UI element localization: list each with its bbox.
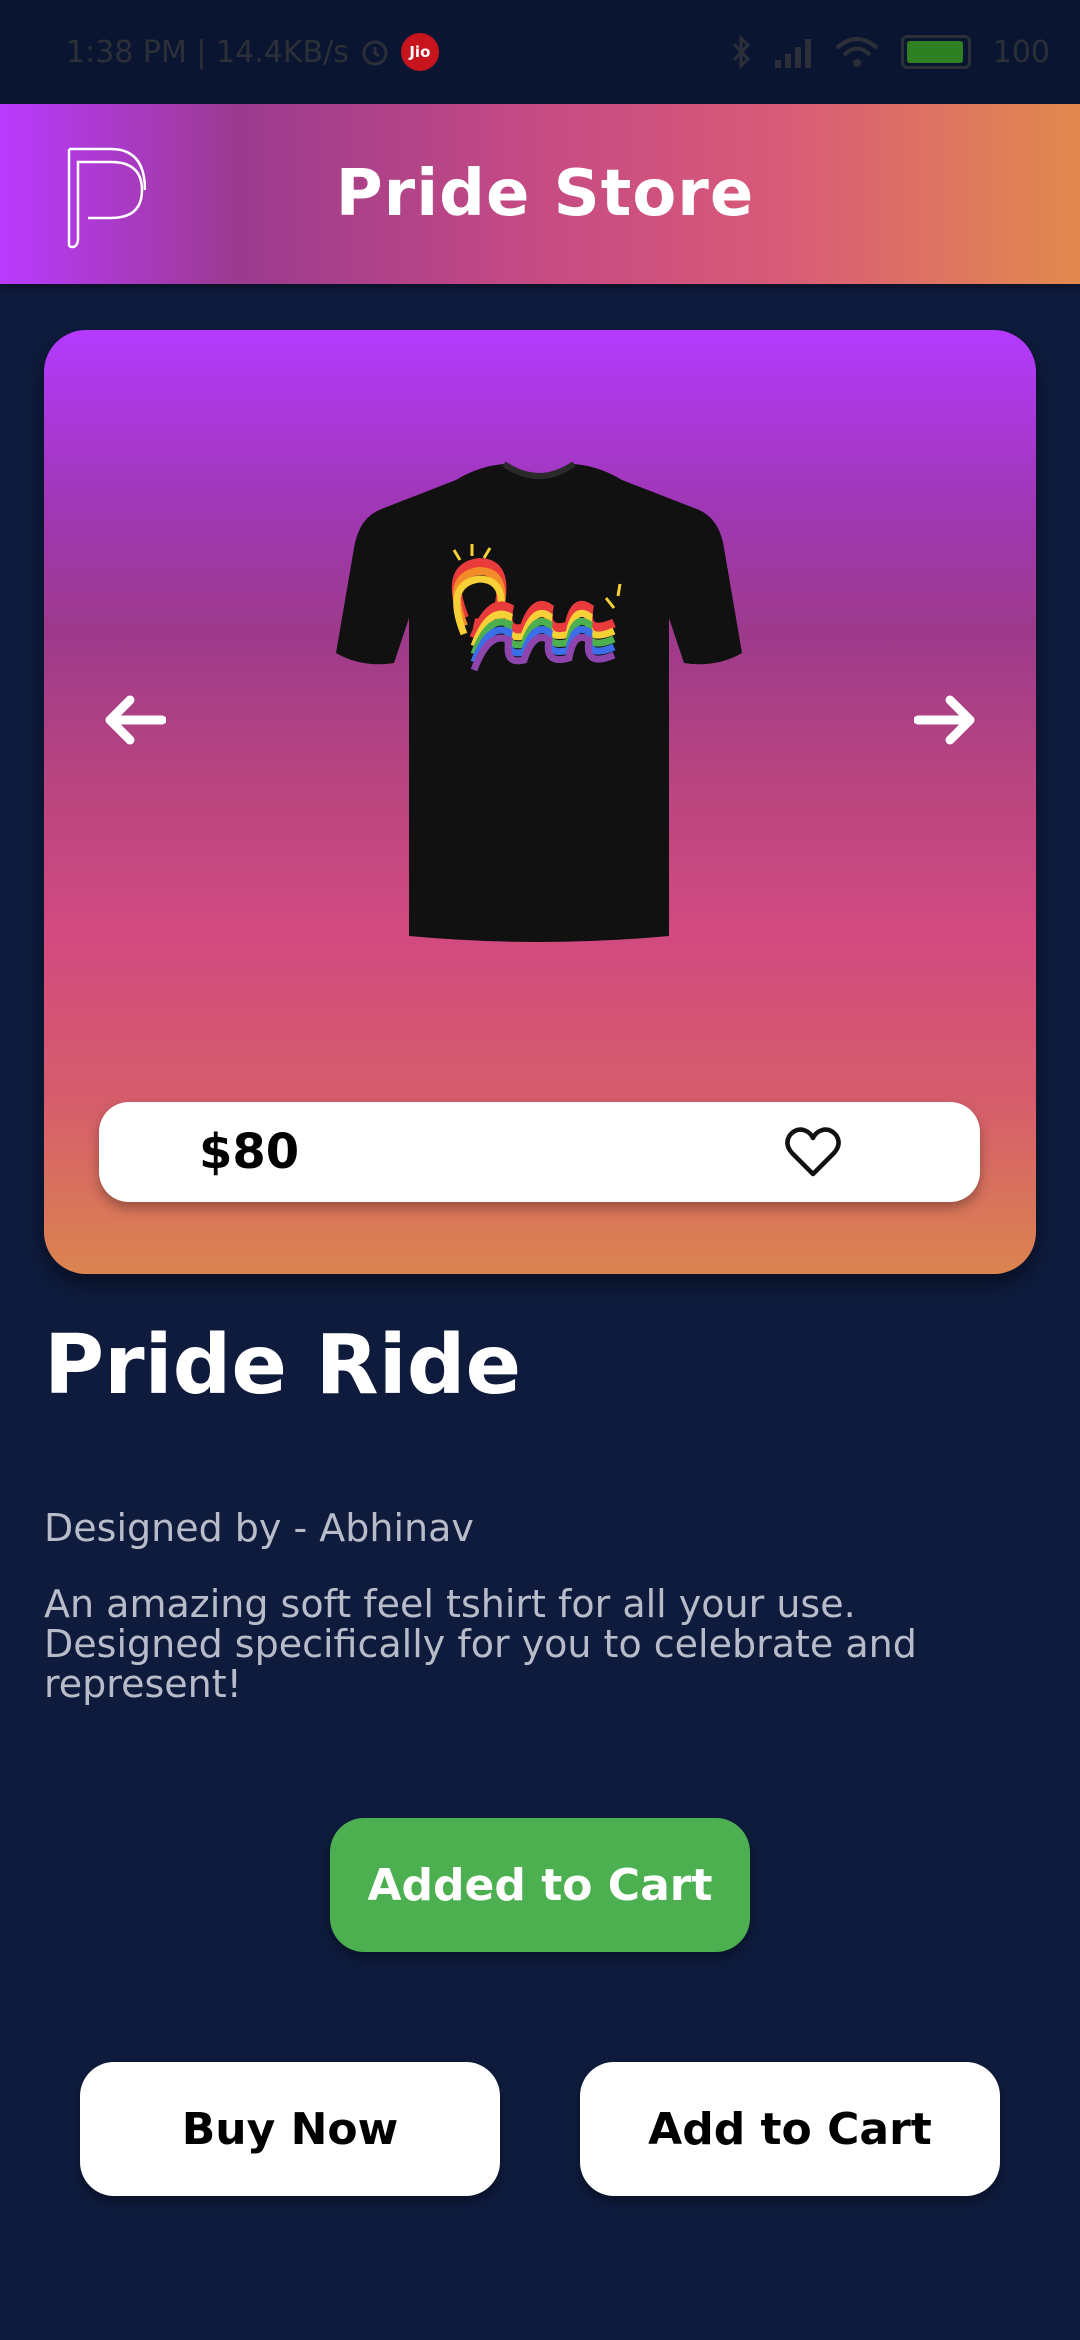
app-title: Pride Store xyxy=(335,157,755,231)
product-title: Pride Ride xyxy=(44,1318,522,1413)
heart-icon[interactable] xyxy=(784,1124,842,1180)
battery-level: 100 xyxy=(992,34,1050,70)
added-to-cart-button[interactable]: Added to Cart xyxy=(330,1818,750,1952)
product-card: $80 xyxy=(44,330,1036,1274)
bluetooth-icon xyxy=(732,35,750,69)
wifi-icon xyxy=(835,37,879,67)
alarm-icon xyxy=(362,40,388,66)
status-right: 100 xyxy=(731,35,1050,70)
signal-icon xyxy=(774,39,811,68)
designer-label: Designed by - Abhinav xyxy=(44,1506,474,1550)
status-bar: 1:38 PM | 14.4KB/s Jio 100 xyxy=(0,0,1080,104)
tshirt-image[interactable] xyxy=(324,458,754,948)
arrow-right-icon xyxy=(914,695,975,745)
app-bar: Pride Store xyxy=(0,104,1080,284)
status-time-speed: 1:38 PM | 14.4KB/s xyxy=(66,34,349,70)
add-to-cart-button[interactable]: Add to Cart xyxy=(580,2062,1000,2196)
next-arrow-button[interactable] xyxy=(906,680,986,760)
arrow-left-icon xyxy=(105,695,166,745)
product-description: An amazing soft feel tshirt for all your… xyxy=(44,1582,917,1706)
jio-badge: Jio xyxy=(400,33,439,71)
battery-icon xyxy=(900,35,971,69)
price-label: $80 xyxy=(199,1124,300,1180)
previous-arrow-button[interactable] xyxy=(94,680,174,760)
price-bar: $80 xyxy=(99,1102,980,1202)
status-left: 1:38 PM | 14.4KB/s Jio xyxy=(66,33,439,71)
buy-now-button[interactable]: Buy Now xyxy=(80,2062,500,2196)
